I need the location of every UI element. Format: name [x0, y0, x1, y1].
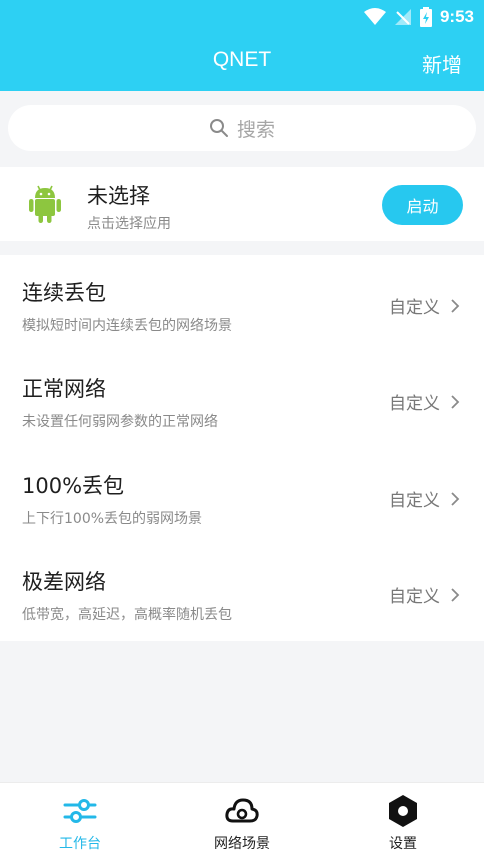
app-hint: 点击选择应用	[87, 216, 171, 232]
tab-network-scenes[interactable]: 网络场景	[182, 783, 302, 860]
scenario-title: 100%丢包	[22, 474, 125, 498]
page-title: QNET	[212, 48, 272, 71]
customize-button[interactable]: 自定义	[389, 293, 460, 318]
tab-workbench[interactable]: 工作台	[20, 783, 140, 860]
sliders-icon	[63, 799, 97, 823]
android-icon	[29, 185, 61, 223]
scenario-description: 上下行100%丢包的弱网场景	[22, 511, 203, 527]
customize-button[interactable]: 自定义	[389, 486, 460, 511]
chevron-right-icon	[451, 491, 460, 506]
search-icon	[209, 119, 228, 137]
scenario-title: 正常网络	[22, 377, 106, 401]
app-selector[interactable]: 未选择 点击选择应用 启动	[0, 167, 484, 241]
wifi-icon	[363, 8, 386, 25]
scenario-item[interactable]: 100%丢包 上下行100%丢包的弱网场景 自定义	[0, 448, 484, 544]
scenario-list: 连续丢包 模拟短时间内连续丢包的网络场景 自定义 正常网络 未设置任何弱网参数的…	[0, 255, 484, 641]
scenario-title: 连续丢包	[22, 281, 106, 305]
tab-label: 网络场景	[214, 836, 270, 852]
chevron-right-icon	[451, 394, 460, 409]
status-time: 9:53	[439, 7, 474, 26]
scenario-description: 低带宽，高延迟，高概率随机丢包	[22, 607, 232, 623]
search-section: 搜索	[0, 91, 484, 165]
scenario-item[interactable]: 正常网络 未设置任何弱网参数的正常网络 自定义	[0, 351, 484, 447]
hexagon-settings-icon	[389, 795, 417, 827]
scenario-title: 极差网络	[22, 570, 106, 594]
signal-icon	[394, 9, 411, 25]
chevron-right-icon	[451, 587, 460, 602]
battery-icon	[419, 7, 432, 27]
chevron-right-icon	[451, 298, 460, 313]
customize-label: 自定义	[389, 394, 440, 414]
bottom-nav: 工作台 网络场景 设置	[0, 782, 484, 860]
app-header: 9:53 QNET 新增	[0, 0, 484, 91]
search-input[interactable]: 搜索	[8, 105, 476, 151]
app-name: 未选择	[87, 184, 150, 208]
customize-label: 自定义	[389, 587, 440, 607]
cloud-icon	[225, 798, 259, 823]
status-icons: 9:53	[363, 6, 474, 28]
search-placeholder: 搜索	[236, 118, 275, 141]
scenario-description: 模拟短时间内连续丢包的网络场景	[22, 318, 232, 334]
add-button[interactable]: 新增	[422, 49, 462, 78]
customize-button[interactable]: 自定义	[389, 582, 460, 607]
customize-label: 自定义	[389, 491, 440, 511]
scenario-item[interactable]: 极差网络 低带宽，高延迟，高概率随机丢包 自定义	[0, 544, 484, 640]
scenario-description: 未设置任何弱网参数的正常网络	[22, 414, 218, 430]
customize-button[interactable]: 自定义	[389, 389, 460, 414]
status-bar: 9:53	[0, 0, 484, 34]
customize-label: 自定义	[389, 298, 440, 318]
scenario-item[interactable]: 连续丢包 模拟短时间内连续丢包的网络场景 自定义	[0, 255, 484, 351]
start-button[interactable]: 启动	[382, 185, 463, 225]
tab-label: 设置	[389, 836, 417, 852]
tab-settings[interactable]: 设置	[343, 783, 463, 860]
tab-label: 工作台	[59, 836, 101, 852]
